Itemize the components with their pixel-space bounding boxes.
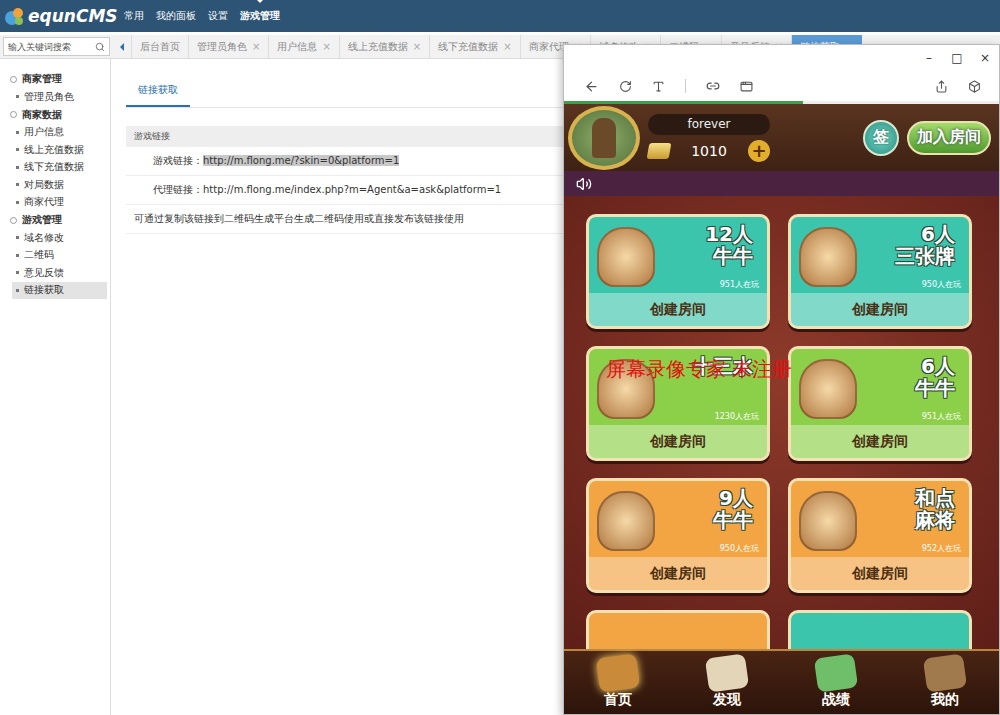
cube-icon[interactable] (968, 80, 981, 93)
player-name: forever (648, 114, 770, 135)
tab-close[interactable]: × (413, 41, 421, 52)
nav-icon (814, 653, 858, 692)
create-room-button[interactable]: 创建房间 (791, 557, 969, 590)
game-card[interactable]: 12人牛牛951人在玩创建房间 (586, 214, 770, 329)
speaker-icon[interactable] (576, 176, 592, 192)
gem-icon (647, 143, 672, 159)
window-control[interactable]: × (979, 51, 991, 65)
create-room-button[interactable]: 创建房间 (589, 425, 767, 458)
speaker-bar (564, 171, 999, 196)
create-room-button[interactable]: 创建房间 (791, 425, 969, 458)
character-icon (799, 491, 857, 551)
game-card[interactable]: 6人三张牌950人在玩创建房间 (788, 214, 972, 329)
tab[interactable]: 用户信息× (268, 35, 338, 58)
sidebar-group[interactable]: 游戏管理 (0, 211, 110, 229)
window-control[interactable]: – (923, 51, 935, 65)
content-tab[interactable]: 链接获取 (126, 79, 190, 107)
game-screen: forever1010+签加入房间12人牛牛951人在玩创建房间6人三张牌950… (564, 104, 999, 714)
game-grid: 12人牛牛951人在玩创建房间6人三张牌950人在玩创建房间十三水1230人在玩… (564, 196, 999, 649)
share-icon[interactable] (935, 80, 948, 93)
nav-item[interactable]: 我的面板 (156, 5, 196, 27)
bottom-nav: 首页 发现 战绩 我的 (564, 649, 999, 714)
character-icon (799, 359, 857, 419)
tab[interactable]: 管理员角色× (188, 35, 268, 58)
bottom-nav-item[interactable]: 战绩 (816, 656, 856, 709)
character-icon (597, 491, 655, 551)
sidebar-item[interactable]: 域名修改 (12, 229, 107, 247)
sign-in-button[interactable]: 签 (863, 120, 899, 156)
tab-scroll-left-icon[interactable] (113, 35, 131, 58)
game-card[interactable] (586, 610, 770, 649)
bottom-nav-item[interactable]: 我的 (925, 656, 965, 709)
nav-icon (596, 653, 640, 692)
character-icon (799, 227, 857, 287)
sidebar-item[interactable]: 商家代理 (12, 194, 107, 212)
logo[interactable]: equnCMS (4, 5, 112, 27)
player-count: 951人在玩 (922, 411, 961, 422)
bottom-nav-item[interactable]: 发现 (707, 656, 747, 709)
sidebar-item[interactable]: 对局数据 (12, 176, 107, 194)
game-header: forever 1010+ 签加入房间 (564, 104, 999, 171)
sidebar-group[interactable]: 商家管理 (0, 70, 110, 88)
sidebar: 商家管理管理员角色商家数据用户信息线上充值数据线下充值数据对局数据商家代理游戏管… (0, 59, 111, 715)
window-control[interactable]: □ (951, 51, 963, 65)
sidebar-item[interactable]: 用户信息 (12, 124, 107, 142)
top-bar: equnCMS 常用我的面板设置游戏管理 (0, 0, 1000, 32)
tab[interactable]: 线上充值数据× (339, 35, 429, 58)
avatar[interactable] (568, 106, 640, 170)
add-gems-button[interactable]: + (748, 140, 770, 162)
game-card[interactable]: 十三水1230人在玩创建房间 (586, 346, 770, 461)
tab-close[interactable]: × (252, 41, 260, 52)
player-count: 950人在玩 (720, 543, 759, 554)
sidebar-item[interactable]: 意见反馈 (12, 264, 107, 282)
browser-window: –□×forever1010+签加入房间12人牛牛951人在玩创建房间6人三张牌… (563, 44, 1000, 715)
back-icon[interactable] (584, 79, 599, 94)
join-room-button[interactable]: 加入房间 (907, 121, 991, 155)
tab[interactable]: 线下充值数据× (429, 35, 519, 58)
refresh-icon[interactable] (619, 80, 632, 93)
window-icon[interactable] (740, 80, 753, 93)
sidebar-item[interactable]: 二维码 (12, 247, 107, 265)
sidebar-item[interactable]: 管理员角色 (12, 88, 107, 106)
logo-icon (4, 5, 26, 27)
game-card[interactable] (788, 610, 972, 649)
browser-toolbar (564, 71, 999, 101)
sidebar-item[interactable]: 线下充值数据 (12, 159, 107, 177)
watermark: 屏幕录像专家 未注册 (606, 356, 792, 383)
reader-icon[interactable] (652, 80, 665, 93)
page: equnCMS常用我的面板设置游戏管理后台首页管理员角色×用户信息×线上充值数据… (0, 0, 1000, 715)
nav-icon (705, 653, 749, 692)
nav-icon (922, 653, 966, 692)
create-room-button[interactable]: 创建房间 (589, 557, 767, 590)
nav-item[interactable]: 游戏管理 (240, 5, 280, 27)
nav-item[interactable]: 设置 (208, 5, 228, 27)
search-icon[interactable] (95, 42, 105, 52)
game-card[interactable]: 和点麻将952人在玩创建房间 (788, 478, 972, 593)
character-icon (597, 227, 655, 287)
create-room-button[interactable]: 创建房间 (589, 293, 767, 326)
player-count: 1230人在玩 (715, 411, 759, 422)
character-icon (597, 359, 655, 419)
search-input[interactable] (8, 42, 93, 52)
player-count: 950人在玩 (922, 279, 961, 290)
player-count: 951人在玩 (720, 279, 759, 290)
tab-close[interactable]: × (503, 41, 511, 52)
sidebar-group[interactable]: 商家数据 (0, 106, 110, 124)
sidebar-item[interactable]: 线上充值数据 (12, 141, 107, 159)
sidebar-item[interactable]: 链接获取 (12, 282, 107, 300)
game-card[interactable]: 9人牛牛950人在玩创建房间 (586, 478, 770, 593)
bottom-nav-item[interactable]: 首页 (598, 656, 638, 709)
game-card[interactable]: 6人牛牛951人在玩创建房间 (788, 346, 972, 461)
gem-count: 1010 (674, 143, 744, 159)
tab[interactable]: 后台首页 (131, 35, 188, 58)
player-count: 952人在玩 (922, 543, 961, 554)
title-bar: – □ × (564, 45, 999, 71)
nav-item[interactable]: 常用 (124, 5, 144, 27)
link-icon[interactable] (706, 79, 720, 93)
create-room-button[interactable]: 创建房间 (791, 293, 969, 326)
search-box (3, 37, 110, 56)
tab-close[interactable]: × (322, 41, 330, 52)
